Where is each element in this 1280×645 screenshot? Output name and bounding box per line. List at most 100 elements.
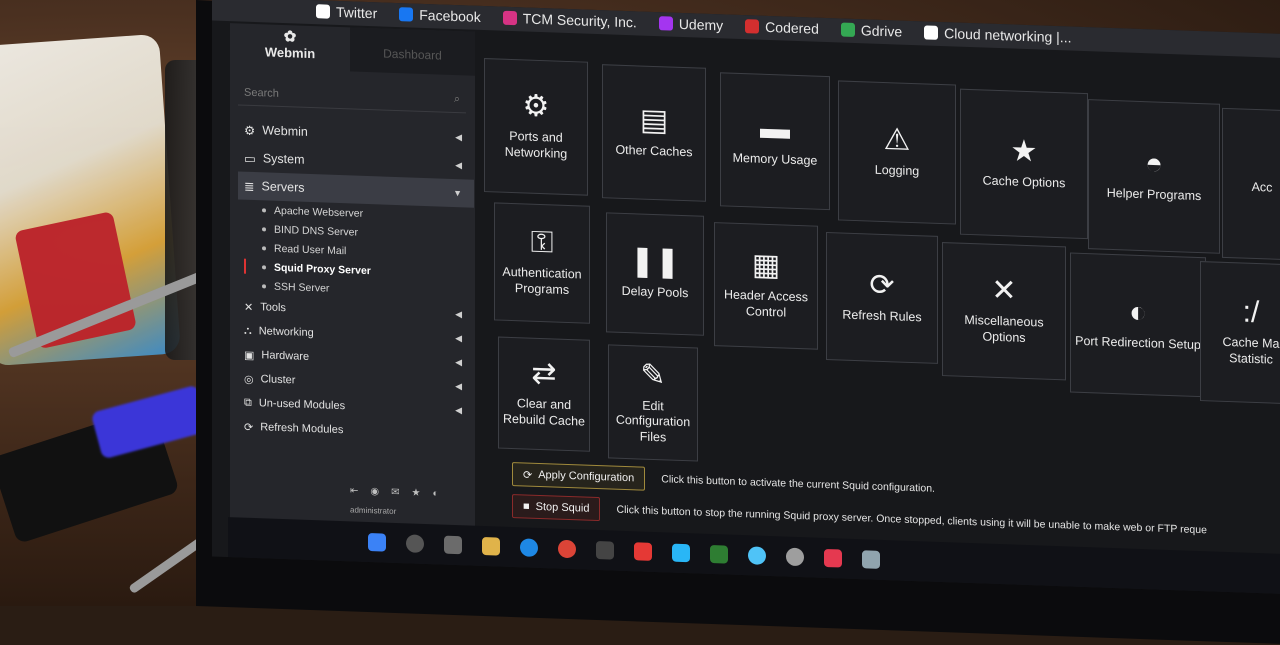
module-tile-icon: ⇄ [531,357,557,391]
sidebar-item-label: Cluster [260,373,296,387]
refresh-icon: ⟳ [523,468,533,482]
apply-hint: Click this button to activate the curren… [661,473,935,495]
app-icon[interactable] [748,546,766,565]
module-tile-icon: ⟳ [869,268,895,303]
module-tile[interactable]: Acc [1222,107,1280,261]
module-tile-label: Header Access Control [723,287,809,320]
collapse-icon[interactable]: ⇤ [350,485,358,496]
bookmark-2[interactable]: TCM Security, Inc. [502,10,637,31]
bookmark-5[interactable]: Gdrive [840,22,903,40]
module-tile[interactable]: ✕ Miscellaneous Options [942,242,1066,381]
module-tile-label: Miscellaneous Options [964,313,1044,345]
bookmark-4[interactable]: Codered [745,18,819,37]
apply-configuration-label: Apply Configuration [538,468,635,485]
brave-icon[interactable] [634,542,652,561]
module-tile-label: Helper Programs [1106,185,1202,204]
stop-hint: Click this button to stop the running Sq… [616,503,1207,537]
module-tile[interactable]: ⇄ Clear and Rebuild Cache [498,336,590,452]
module-tile-icon: ⚠ [883,123,911,158]
task-view-icon[interactable] [444,535,462,555]
sidebar-item-label: System [262,151,305,167]
chevron-icon: ◀ [455,404,462,415]
module-tile-icon: ⚿ [530,226,554,260]
chevron-icon: ◀ [455,332,462,343]
sidebar-menu: ⚙ Webmin ◀ ▭ System ◀ ≣ Servers ▼ Apache Webserve… [238,115,474,446]
module-tile-icon: :/ [1242,295,1260,330]
sidebar-subitem-label: Apache Webserver [274,204,364,220]
module-tile[interactable]: ⚙ Ports and Networking [484,58,588,196]
bookmark-1[interactable]: Facebook [399,6,481,25]
module-tile-icon: ▤ [639,103,669,138]
module-tile-icon: ★ [1010,134,1038,169]
bookmark-3[interactable]: Udemy [658,15,724,34]
bullet-icon [262,226,266,231]
module-tile[interactable]: ◓ Helper Programs [1088,99,1220,254]
palette-icon[interactable]: ◐ [432,488,438,499]
bookmark-label: Cloud networking |... [944,25,1072,46]
module-tile[interactable]: ▬ Memory Usage [720,72,830,211]
bookmark-label: Codered [765,18,819,37]
bookmark-label: TCM Security, Inc. [522,10,637,31]
module-tile-icon: ✎ [640,358,666,392]
networking-icon: ⛬ [244,324,252,337]
module-tile[interactable]: ▤ Other Caches [602,64,706,202]
edge-icon[interactable] [520,538,538,557]
module-tile-label: Ports and Networking [504,129,568,161]
mail-icon[interactable]: ✉ [391,487,399,498]
tab-dashboard[interactable]: Dashboard [350,27,475,76]
bookmark-0[interactable]: Twitter [316,3,377,21]
bookmark-label: Gdrive [860,22,903,40]
stop-icon: ■ [523,500,530,513]
cluster-icon: ◎ [244,373,254,386]
search-taskbar-icon[interactable] [406,534,424,553]
module-tile[interactable]: ❚❚ Delay Pools [606,212,704,336]
bookmark-6[interactable]: Cloud networking |... [924,24,1072,46]
notepad-icon[interactable] [596,540,614,560]
bullet-icon [262,264,266,269]
excel-icon[interactable] [710,544,728,564]
sidebar-item-label: Un-used Modules [258,397,346,413]
webmin-brand[interactable]: ✿ Webmin [230,23,350,81]
start-icon[interactable] [368,533,386,552]
app3-icon[interactable] [824,548,842,568]
tcm-icon [502,10,517,26]
cloud-icon[interactable] [672,543,690,563]
sidebar-item-label: Webmin [262,123,308,139]
stop-squid-button[interactable]: ■ Stop Squid [512,494,601,522]
x-icon [316,4,330,19]
facebook-icon [399,7,414,22]
refresh-icon: ⟳ [244,421,254,434]
app2-icon[interactable] [786,547,804,567]
gdrive-icon [840,22,855,38]
search-placeholder: Search [244,86,279,100]
favorites-icon[interactable]: ★ [412,488,421,499]
laptop-screen: Twitter Facebook TCM Security, Inc. Udemy Co… [212,0,1280,595]
sidebar-user[interactable]: administrator [350,505,396,516]
chrome-icon[interactable] [558,539,576,559]
module-tile[interactable]: ★ Cache Options [960,88,1088,240]
app4-icon[interactable] [862,550,880,569]
sidebar-subitem-label: SSH Server [274,280,330,295]
module-tile-label: Edit Configuration Files [615,398,691,445]
apply-configuration-button[interactable]: ⟳ Apply Configuration [512,462,646,491]
module-tile[interactable]: ⚿ Authentication Programs [494,202,590,324]
chevron-icon: ◀ [455,131,462,142]
tools-icon: ✕ [244,301,254,314]
bookmark-label: Udemy [678,15,724,34]
squid-module-main: ⚙ Ports and Networking ▤ Other Caches ▬ Memor… [484,46,1280,595]
module-tile[interactable]: ▦ Header Access Control [714,222,818,350]
dashboard-icon[interactable]: ◉ [370,486,379,497]
module-tile[interactable]: ✎ Edit Configuration Files [608,344,698,462]
module-tile-icon: ❚❚ [629,244,681,280]
file-explorer-icon[interactable] [482,536,500,556]
search-input[interactable]: Search ⌕ [238,79,466,114]
module-tile[interactable]: :/ Cache Ma Statistic [1200,261,1280,405]
bookmark-label: Facebook [419,6,481,25]
module-tile[interactable]: ⟳ Refresh Rules [826,232,938,364]
module-tile-label: Delay Pools [621,284,689,301]
gear-icon: ⚙ [244,123,256,138]
module-tile[interactable]: ◐ Port Redirection Setup [1070,252,1206,398]
module-tile-label: Other Caches [615,142,693,160]
module-tile[interactable]: ⚠ Logging [838,80,956,225]
module-tile-icon: ✕ [991,274,1017,309]
